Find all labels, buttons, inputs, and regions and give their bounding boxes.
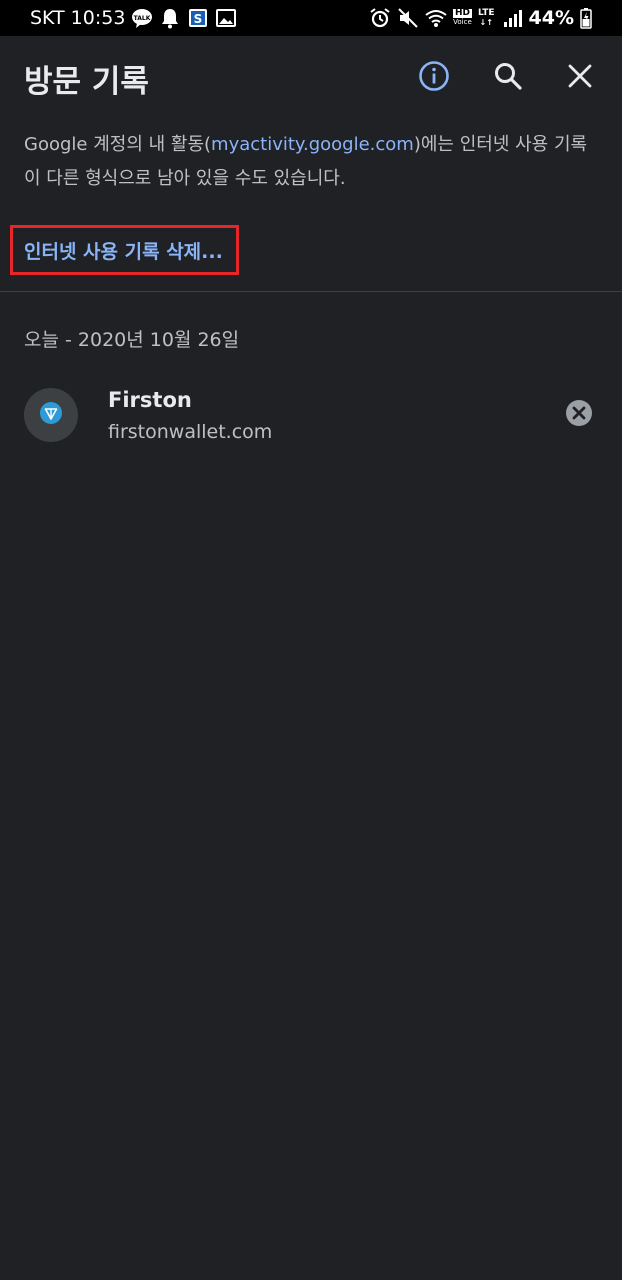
remove-item-button[interactable]	[562, 398, 596, 432]
battery-percent: 44%	[529, 7, 574, 29]
status-bar: SKT 10:53 TALK S HD Voice LTE ↓↑	[0, 0, 622, 36]
clear-history-label: 인터넷 사용 기록 삭제...	[24, 237, 223, 264]
history-item[interactable]: Firston firstonwallet.com	[0, 372, 622, 458]
favicon	[24, 388, 78, 442]
lte-label: LTE	[478, 9, 495, 18]
image-icon	[215, 7, 237, 29]
carrier-label: SKT	[30, 7, 65, 29]
alarm-icon	[369, 7, 391, 29]
bell-icon	[159, 7, 181, 29]
s-app-icon: S	[187, 7, 209, 29]
description-prefix: Google 계정의 내 활동(	[24, 134, 211, 155]
divider	[0, 291, 622, 292]
history-item-title: Firston	[108, 388, 192, 412]
myactivity-link[interactable]: myactivity.google.com	[211, 134, 414, 155]
battery-icon	[580, 7, 592, 29]
talk-icon: TALK	[131, 7, 153, 29]
info-button[interactable]	[412, 56, 456, 100]
toolbar: 방문 기록	[0, 36, 622, 122]
hd-label: HD	[453, 9, 472, 18]
search-button[interactable]	[486, 56, 530, 100]
clear-history-button[interactable]: 인터넷 사용 기록 삭제...	[10, 225, 239, 275]
firston-logo-icon	[39, 401, 63, 429]
search-icon	[493, 61, 523, 95]
svg-text:S: S	[194, 12, 203, 26]
page-title: 방문 기록	[24, 56, 149, 101]
activity-description: Google 계정의 내 활동(myactivity.google.com)에는…	[24, 128, 594, 196]
lte-icon: LTE ↓↑	[478, 9, 495, 27]
info-icon	[418, 60, 450, 96]
date-header: 오늘 - 2020년 10월 26일	[24, 325, 239, 352]
remove-circle-icon	[565, 399, 593, 431]
hd-voice-icon: HD Voice	[453, 9, 472, 27]
history-item-url: firstonwallet.com	[108, 421, 272, 443]
voice-label: Voice	[453, 18, 472, 27]
status-bar-right: HD Voice LTE ↓↑ 44%	[369, 7, 592, 29]
svg-text:TALK: TALK	[134, 15, 151, 22]
close-button[interactable]	[558, 56, 602, 100]
signal-icon	[501, 7, 523, 29]
clock: 10:53	[71, 7, 126, 29]
wifi-icon	[425, 7, 447, 29]
close-icon	[567, 63, 593, 93]
mute-icon	[397, 7, 419, 29]
status-bar-left: SKT 10:53 TALK S	[30, 7, 237, 29]
